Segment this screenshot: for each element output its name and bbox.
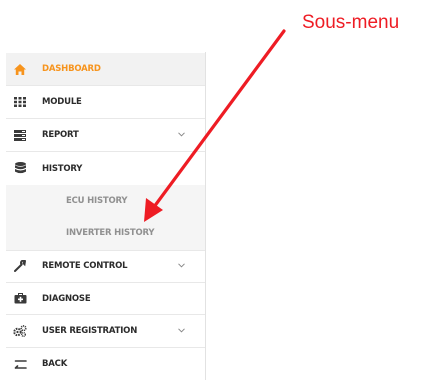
annotation-arrow <box>144 29 286 222</box>
